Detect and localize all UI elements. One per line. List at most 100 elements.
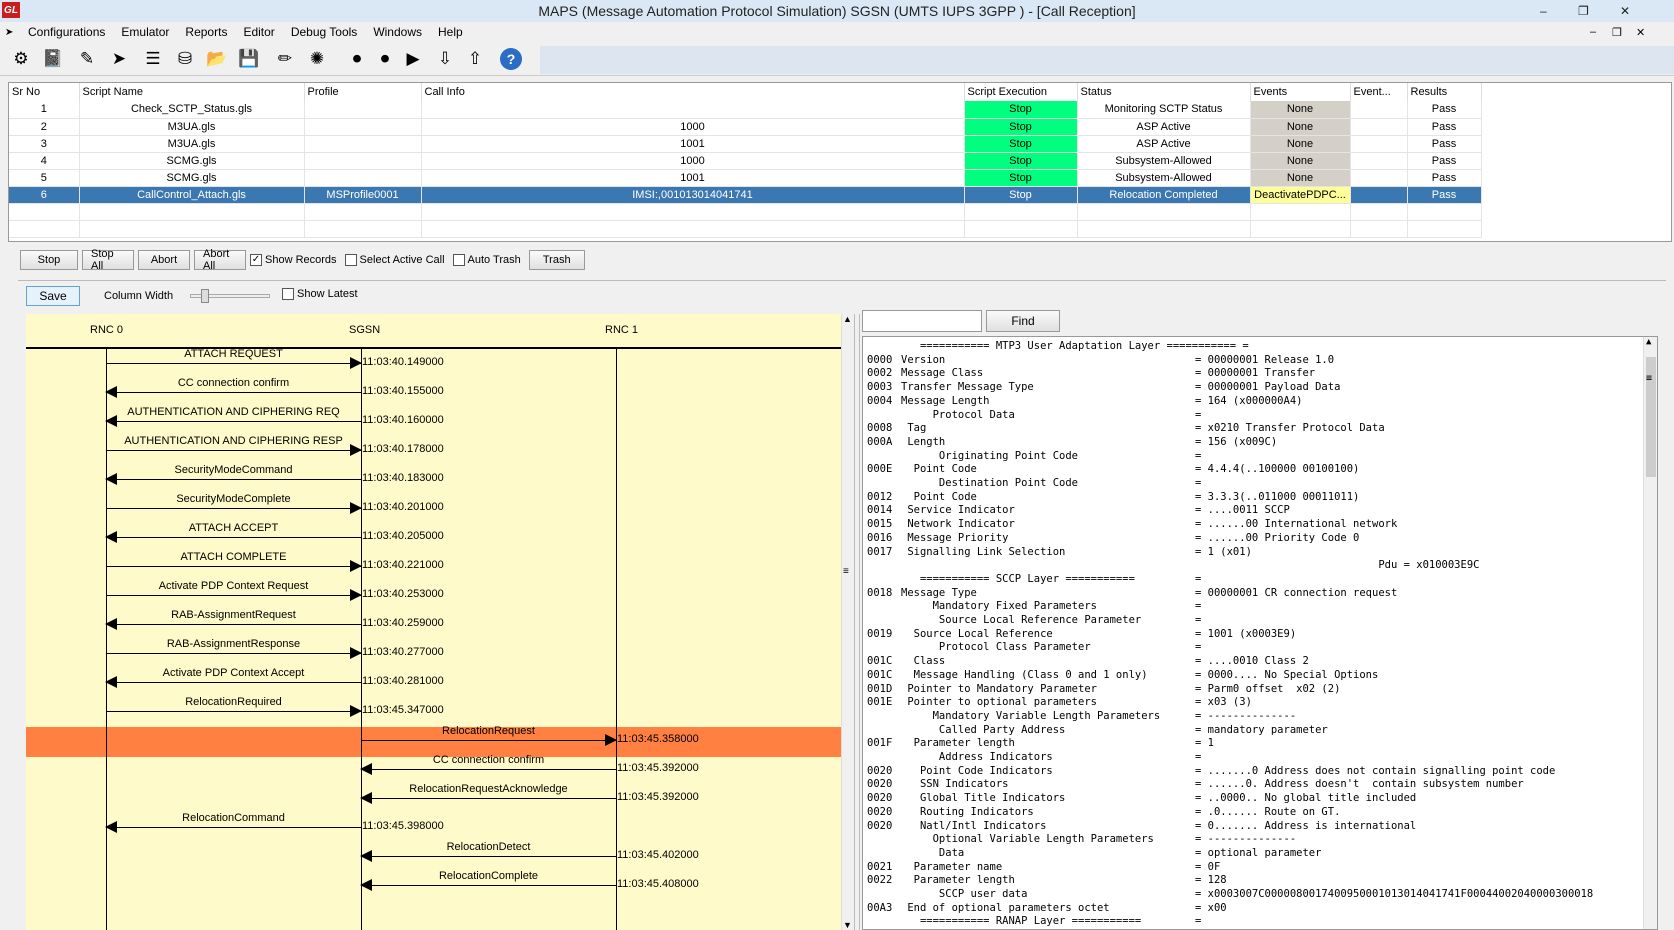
message-label[interactable]: SecurityModeComplete xyxy=(106,493,361,505)
profile-icon[interactable]: ☰ xyxy=(140,46,166,72)
column-width-slider[interactable] xyxy=(190,289,270,303)
decode-line[interactable]: Destination Point Code xyxy=(867,476,1078,490)
col-header-results[interactable]: Results xyxy=(1407,83,1482,101)
decode-line[interactable]: 001C Message Handling (Class 0 and 1 onl… xyxy=(867,668,1148,682)
table-row[interactable]: 3 M3UA.gls 1001 Stop ASP Active None Pass xyxy=(9,135,1482,153)
message-label[interactable]: Activate PDP Context Request xyxy=(106,580,361,592)
decode-line[interactable]: 0002 Message Class xyxy=(867,366,983,380)
show-records-checkbox[interactable]: ✓ Show Records xyxy=(250,254,337,266)
menu-configurations[interactable]: Configurations xyxy=(20,25,113,39)
decode-line[interactable]: 0003 Transfer Message Type xyxy=(867,380,1034,394)
edit-icon[interactable]: ✏ xyxy=(272,46,298,72)
settings-icon[interactable]: ⚙ xyxy=(8,46,34,72)
decode-line[interactable]: =========== SCCP Layer =========== xyxy=(867,572,1135,586)
show-latest-checkbox[interactable]: Show Latest xyxy=(282,288,358,300)
cell-exec[interactable]: Stop xyxy=(964,118,1078,136)
table-row[interactable]: 6 CallControl_Attach.gls MSProfile0001 IMSI… xyxy=(9,186,1482,204)
message-arrow[interactable]: CC connection confirm xyxy=(360,754,616,775)
menu-emulator[interactable]: Emulator xyxy=(113,25,177,39)
scroll-up-icon[interactable]: ▲ xyxy=(1646,337,1651,347)
cell-events[interactable]: None xyxy=(1250,118,1351,136)
message-label[interactable]: ATTACH REQUEST xyxy=(106,348,361,360)
message-arrow[interactable]: RelocationRequired xyxy=(106,696,362,717)
decode-line[interactable]: Protocol Class Parameter xyxy=(867,640,1091,654)
save-button[interactable]: Save xyxy=(26,286,80,306)
decode-line[interactable]: 0015 Network Indicator xyxy=(867,517,1015,531)
mdi-minimize-button[interactable]: – xyxy=(1590,26,1596,38)
minimize-button[interactable]: – xyxy=(1540,0,1547,22)
trash-button[interactable]: Trash xyxy=(528,250,585,270)
decode-line[interactable]: =========== RANAP Layer =========== xyxy=(867,914,1141,928)
message-label[interactable]: RelocationRequestAcknowledge xyxy=(361,783,616,795)
find-input[interactable] xyxy=(862,310,982,332)
script-edit-icon[interactable]: ✎ xyxy=(74,46,100,72)
menu-debug-tools[interactable]: Debug Tools xyxy=(283,25,366,39)
table-row[interactable]: 4 SCMG.gls 1000 Stop Subsystem-Allowed None Pa… xyxy=(9,152,1482,170)
message-arrow[interactable]: RelocationCommand xyxy=(105,812,361,833)
col-header-event2[interactable]: Event... xyxy=(1350,83,1408,101)
message-arrow[interactable]: ATTACH REQUEST xyxy=(106,348,362,369)
decode-line[interactable]: 001F Parameter length xyxy=(867,736,1015,750)
message-label[interactable]: RelocationCommand xyxy=(106,812,361,824)
decode-line[interactable]: Called Party Address xyxy=(867,723,1065,737)
message-label[interactable]: RAB-AssignmentRequest xyxy=(106,609,361,621)
message-label[interactable]: RelocationRequired xyxy=(106,696,361,708)
cell-events[interactable]: None xyxy=(1250,101,1351,119)
col-header-script-execution[interactable]: Script Execution xyxy=(964,83,1078,101)
decode-line[interactable]: 00A3 End of optional parameters octet xyxy=(867,901,1110,915)
ladder-scrollbar[interactable]: ▲ ≡ ▼ xyxy=(841,314,854,930)
stop-record-icon[interactable]: ⏺ xyxy=(344,46,370,72)
message-label[interactable]: ATTACH ACCEPT xyxy=(106,522,361,534)
decode-line[interactable]: 0020 Global Title Indicators xyxy=(867,791,1065,805)
decode-line[interactable]: 0000 Version xyxy=(867,353,945,367)
table-row[interactable]: 1 Check_SCTP_Status.gls Stop Monitoring SCT… xyxy=(9,101,1482,119)
decode-line[interactable]: 0016 Message Priority xyxy=(867,531,1008,545)
col-header-call-info[interactable]: Call Info xyxy=(421,83,965,101)
decode-line[interactable]: 001E Pointer to optional parameters xyxy=(867,695,1097,709)
message-label[interactable]: RelocationDetect xyxy=(361,841,616,853)
help-icon[interactable]: ? xyxy=(500,48,522,70)
slider-knob[interactable] xyxy=(201,289,209,303)
col-header-srno[interactable]: Sr No xyxy=(9,83,80,101)
decode-line[interactable]: 0018 Message Type xyxy=(867,586,977,600)
restore-button[interactable]: ❐ xyxy=(1578,0,1589,22)
cell-exec[interactable]: Stop xyxy=(964,186,1078,204)
message-arrow[interactable]: RelocationDetect xyxy=(360,841,616,862)
message-label[interactable]: ATTACH COMPLETE xyxy=(106,551,361,563)
upload-icon[interactable]: ⇧ xyxy=(462,46,488,72)
message-label[interactable]: Activate PDP Context Accept xyxy=(106,667,361,679)
decode-line[interactable]: 0020 Natl/Intl Indicators xyxy=(867,819,1046,833)
message-arrow[interactable]: RAB-AssignmentRequest xyxy=(105,609,361,630)
folder-icon[interactable]: 📂 xyxy=(204,46,230,72)
select-active-call-checkbox[interactable]: Select Active Call xyxy=(344,254,445,266)
find-button[interactable]: Find xyxy=(986,310,1060,332)
message-arrow[interactable]: SecurityModeComplete xyxy=(106,493,362,514)
message-arrow[interactable]: RelocationRequestAcknowledge xyxy=(360,783,616,804)
decode-line[interactable]: Source Local Reference Parameter xyxy=(867,613,1141,627)
message-label[interactable]: RelocationRequest xyxy=(361,725,616,737)
decode-line[interactable]: Mandatory Fixed Parameters xyxy=(867,599,1097,613)
decode-line[interactable]: Data xyxy=(867,846,964,860)
mdi-restore-button[interactable]: ❐ xyxy=(1612,26,1622,39)
checkbox-checked-icon[interactable]: ✓ xyxy=(250,254,262,266)
cell-events[interactable]: None xyxy=(1250,135,1351,153)
message-label[interactable]: AUTHENTICATION AND CIPHERING RESP xyxy=(106,435,361,447)
decode-line[interactable]: 0021 Parameter name xyxy=(867,860,1002,874)
col-header-profile[interactable]: Profile xyxy=(304,83,422,101)
message-arrow[interactable]: RAB-AssignmentResponse xyxy=(106,638,362,659)
play-record-icon[interactable]: ▶ xyxy=(400,46,426,72)
decode-line[interactable]: 0020 SSN Indicators xyxy=(867,777,1008,791)
message-label[interactable]: RAB-AssignmentResponse xyxy=(106,638,361,650)
decode-line[interactable]: Mandatory Variable Length Parameters xyxy=(867,709,1161,723)
decode-line[interactable] xyxy=(867,558,901,572)
col-header-events[interactable]: Events xyxy=(1250,83,1351,101)
cell-exec[interactable]: Stop xyxy=(964,152,1078,170)
message-arrow[interactable]: AUTHENTICATION AND CIPHERING REQ xyxy=(105,406,361,427)
mdi-close-button[interactable]: ✕ xyxy=(1636,26,1645,39)
col-header-status[interactable]: Status xyxy=(1077,83,1251,101)
auto-trash-checkbox[interactable]: Auto Trash xyxy=(452,254,521,266)
table-row[interactable]: 5 SCMG.gls 1001 Stop Subsystem-Allowed None Pa… xyxy=(9,169,1482,187)
message-label[interactable]: AUTHENTICATION AND CIPHERING REQ xyxy=(106,406,361,418)
decode-line[interactable]: 0019 Source Local Reference xyxy=(867,627,1053,641)
decode-line[interactable]: Optional Variable Length Parameters xyxy=(867,832,1154,846)
